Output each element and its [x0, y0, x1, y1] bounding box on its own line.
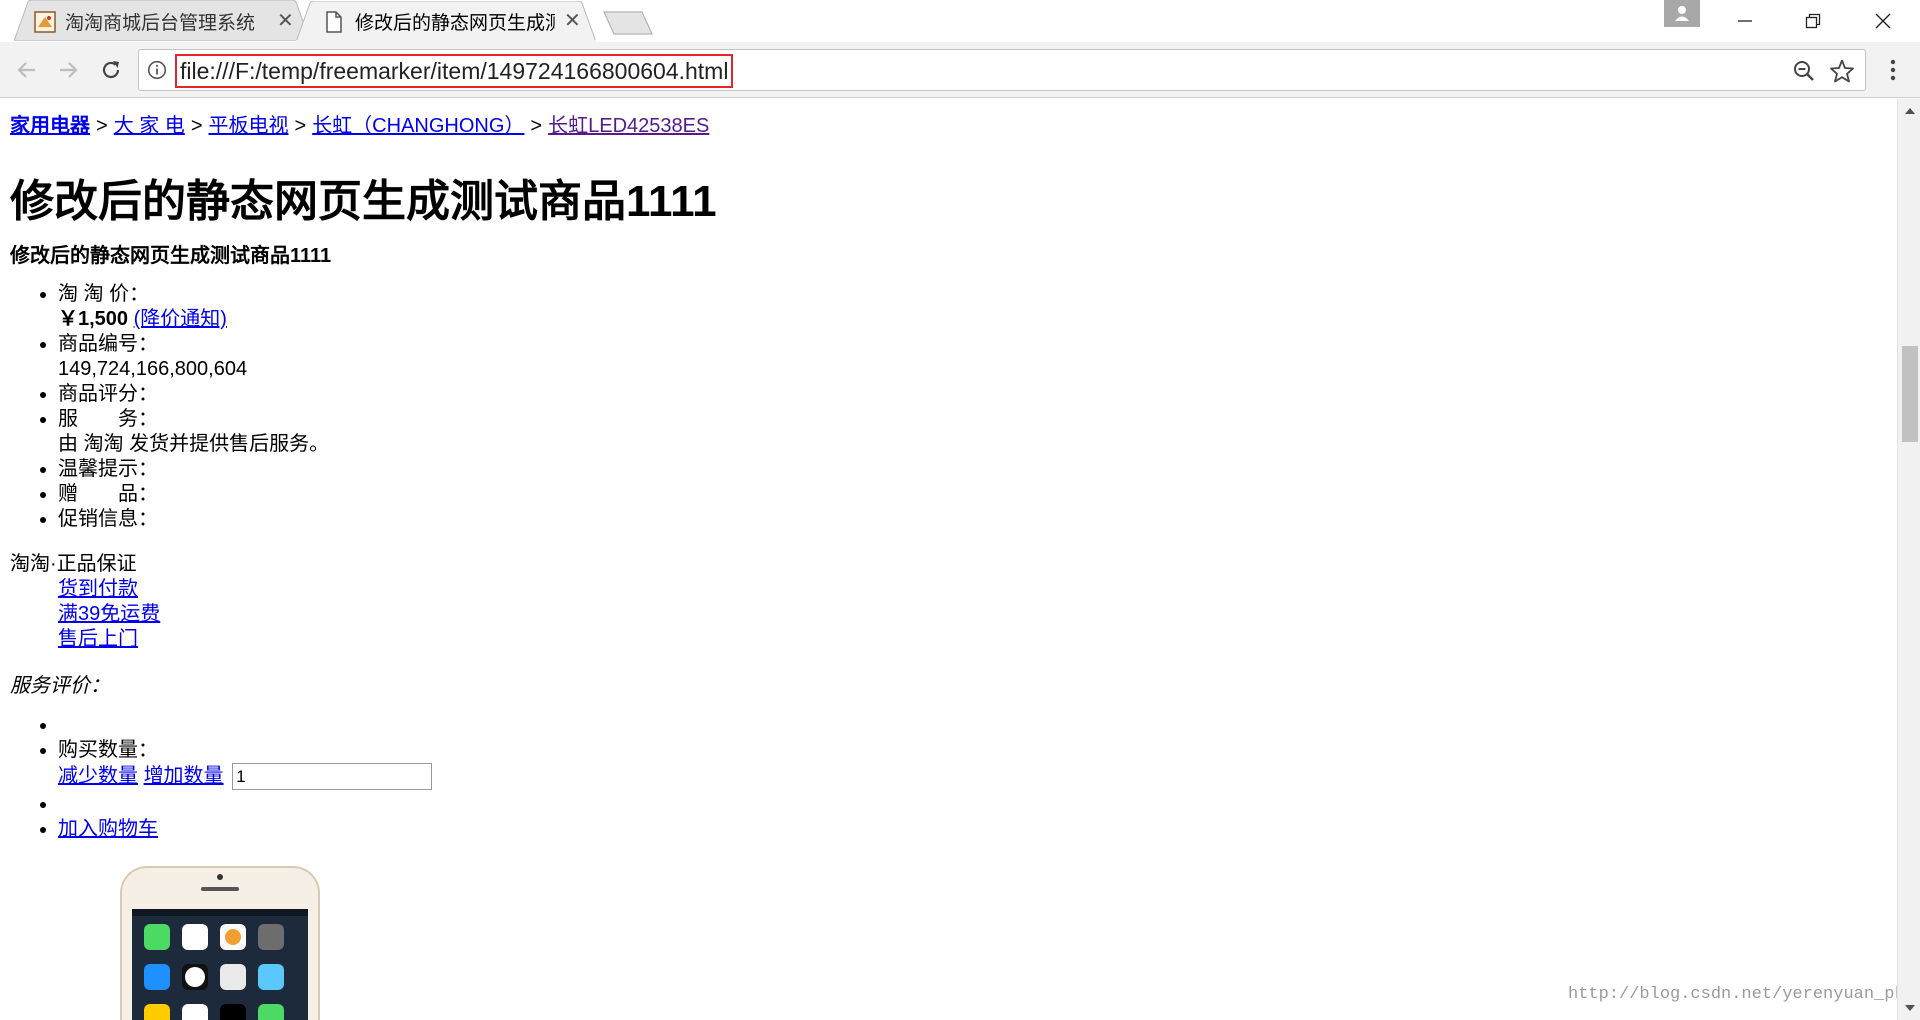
list-item: 淘 淘 价： ￥1,500 (降价通知)	[58, 282, 329, 332]
breadcrumb-link[interactable]: 家用电器	[10, 115, 90, 137]
breadcrumb-separator: >	[190, 115, 203, 137]
admin-favicon-icon	[34, 10, 56, 33]
list-item: 商品编号： 149,724,166,800,604	[58, 332, 329, 382]
browser-toolbar: file:///F:/temp/freemarker/item/14972416…	[0, 42, 1920, 98]
new-tab-button[interactable]	[602, 10, 654, 36]
list-item	[58, 792, 432, 817]
breadcrumb-link[interactable]: 长虹LED42538ES	[548, 115, 709, 137]
price-notify-link[interactable]: (降价通知)	[134, 308, 227, 330]
tab-item-page[interactable]: 修改后的静态网页生成测	[325, 1, 575, 42]
quantity-input[interactable]	[232, 763, 433, 790]
arrow-left-icon	[17, 62, 35, 78]
back-button[interactable]	[9, 52, 45, 88]
web-page: 家用电器 > 大 家 电 > 平板电视 > 长虹（CHANGHONG） > 长虹LED42538…	[0, 99, 1897, 1020]
bookmark-star-icon[interactable]	[1829, 58, 1855, 88]
after-sales-link[interactable]: 售后上门	[58, 627, 160, 652]
product-image	[120, 866, 320, 1020]
breadcrumb-link[interactable]: 长虹（CHANGHONG）	[312, 115, 524, 137]
list-item	[58, 713, 432, 738]
breadcrumb-link[interactable]: 平板电视	[209, 115, 289, 137]
close-icon	[1875, 13, 1891, 29]
service-review-label: 服务评价：	[10, 675, 110, 697]
list-item: 商品评分：	[58, 382, 329, 407]
breadcrumb-separator: >	[530, 115, 543, 137]
close-icon[interactable]: ✕	[564, 10, 581, 30]
page-scrollbar[interactable]	[1897, 99, 1920, 1020]
breadcrumb-separator: >	[294, 115, 307, 137]
profile-avatar-button[interactable]	[1664, 0, 1700, 27]
breadcrumb: 家用电器 > 大 家 电 > 平板电视 > 长虹（CHANGHONG） > 长虹LED42538…	[10, 109, 709, 138]
list-item: 加入购物车	[58, 817, 432, 842]
increase-quantity-link[interactable]: 增加数量	[144, 765, 224, 787]
arrow-right-icon	[60, 62, 78, 78]
scroll-up-arrow-icon[interactable]	[1904, 107, 1916, 115]
gift-label: 赠 品：	[58, 483, 158, 505]
zoom-icon[interactable]	[1792, 59, 1816, 87]
cod-link[interactable]: 货到付款	[58, 577, 160, 602]
menu-button[interactable]	[1877, 52, 1909, 88]
document-icon	[325, 10, 343, 33]
purchase-list: 购买数量： 减少数量 增加数量 加入购物车	[58, 713, 433, 842]
restore-button[interactable]	[1778, 0, 1848, 42]
price-label: 淘 淘 价：	[58, 283, 150, 305]
tab-admin[interactable]: 淘淘商城后台管理系统	[34, 1, 294, 42]
list-item: 购买数量： 减少数量 增加数量	[58, 738, 433, 790]
product-subtitle: 修改后的静态网页生成测试商品1111	[10, 245, 332, 267]
service-value: 由 淘淘 发货并提供售后服务。	[58, 433, 330, 455]
reload-button[interactable]	[93, 52, 129, 88]
more-vertical-icon	[1890, 59, 1896, 81]
user-icon	[1675, 6, 1689, 21]
product-id-label: 商品编号：	[58, 333, 158, 355]
product-info-list: 淘 淘 价： ￥1,500 (降价通知) 商品编号： 149,724,166,8…	[58, 282, 329, 532]
quantity-label: 购买数量：	[58, 739, 158, 761]
url-text[interactable]: file:///F:/temp/freemarker/item/14972416…	[175, 54, 734, 88]
service-label: 服 务：	[58, 408, 158, 430]
product-id-value: 149,724,166,800,604	[58, 358, 248, 380]
tips-label: 温馨提示：	[58, 458, 158, 480]
minimize-button[interactable]	[1710, 0, 1780, 42]
scrollbar-thumb[interactable]	[1902, 346, 1918, 442]
tab-item-title: 修改后的静态网页生成测	[355, 12, 555, 34]
rating-label: 商品评分：	[58, 383, 158, 405]
guarantee-section: 淘淘·正品保证 货到付款 满39免运费 售后上门	[10, 552, 160, 652]
tab-admin-title: 淘淘商城后台管理系统	[65, 12, 256, 34]
close-window-button[interactable]	[1848, 0, 1918, 42]
promo-label: 促销信息：	[58, 508, 158, 530]
browser-titlebar: 淘淘商城后台管理系统 ✕ 修改后的静态网页生成测 ✕	[0, 0, 1920, 42]
breadcrumb-separator: >	[96, 115, 108, 137]
page-title: 修改后的静态网页生成测试商品1111	[10, 177, 717, 226]
list-item: 温馨提示：	[58, 457, 329, 482]
price-value: ￥1,500	[58, 308, 129, 330]
forward-button[interactable]	[50, 52, 86, 88]
watermark-text: http://blog.csdn.net/yerenyuan_pku	[1568, 985, 1897, 1004]
minimize-icon	[1738, 20, 1752, 22]
info-icon[interactable]	[147, 60, 167, 84]
list-item: 促销信息：	[58, 507, 329, 532]
close-icon[interactable]: ✕	[277, 10, 294, 30]
add-to-cart-link[interactable]: 加入购物车	[58, 818, 158, 840]
decrease-quantity-link[interactable]: 减少数量	[58, 765, 138, 787]
list-item: 服 务： 由 淘淘 发货并提供售后服务。	[58, 407, 329, 457]
restore-icon	[1805, 13, 1821, 29]
guarantee-title: 淘淘·正品保证	[10, 553, 137, 575]
breadcrumb-link[interactable]: 大 家 电	[114, 115, 185, 137]
list-item: 赠 品：	[58, 482, 329, 507]
reload-icon	[102, 61, 120, 79]
free-shipping-link[interactable]: 满39免运费	[58, 602, 160, 627]
address-bar[interactable]: file:///F:/temp/freemarker/item/14972416…	[138, 49, 1866, 91]
scroll-down-arrow-icon[interactable]	[1904, 1004, 1916, 1012]
